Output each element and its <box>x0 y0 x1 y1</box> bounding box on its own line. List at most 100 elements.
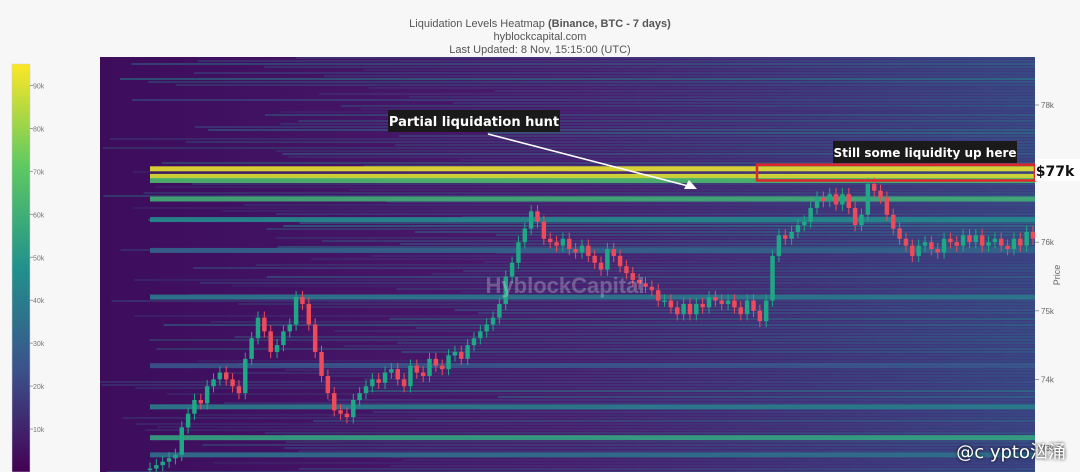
candle-body <box>1024 231 1029 246</box>
heat-stripe <box>453 102 1035 104</box>
heat-stripe <box>445 354 1035 356</box>
heat-stripe <box>494 90 1035 92</box>
candle-body <box>897 228 902 239</box>
candle-body <box>922 242 928 246</box>
candle-body <box>770 255 775 301</box>
candle-body <box>833 194 839 205</box>
heat-stripe <box>264 66 1035 68</box>
liquidity-band <box>150 247 1035 253</box>
candle-body <box>751 300 756 311</box>
candle-body <box>154 465 159 469</box>
candle-body <box>287 324 292 332</box>
candle-body <box>351 399 356 418</box>
candle-body <box>147 468 153 471</box>
candle-body <box>865 183 871 215</box>
candle-body <box>967 235 972 243</box>
candle-body <box>249 338 254 359</box>
candle-body <box>236 386 242 394</box>
heat-stripe <box>328 399 1035 401</box>
candle-body <box>395 369 400 380</box>
candle-body <box>376 379 381 383</box>
heat-stripe <box>454 309 1035 311</box>
candle-body <box>331 393 337 411</box>
heat-stripe <box>368 87 1035 89</box>
heat-stripe <box>362 69 1035 71</box>
candle-body <box>840 194 845 205</box>
y-tick-label: 74k <box>1041 375 1055 384</box>
candle-body <box>300 297 305 304</box>
candle-body <box>891 214 896 229</box>
liquidity-band <box>150 363 1035 369</box>
heat-stripe <box>238 303 1035 305</box>
heat-stripe <box>166 393 1035 395</box>
heat-stripe <box>321 240 1035 242</box>
candle-body <box>999 238 1004 246</box>
candle-body <box>757 310 763 322</box>
candle-body <box>846 194 852 208</box>
heat-stripe <box>131 99 1035 101</box>
candle-body <box>973 235 979 243</box>
heat-stripe <box>313 420 1035 422</box>
candle-body <box>547 238 553 243</box>
candle-body <box>954 242 959 246</box>
candle-body <box>979 235 985 246</box>
y-tick-label: 76k <box>1041 238 1055 247</box>
candle-body <box>852 207 858 226</box>
candle-body <box>1005 245 1010 250</box>
candle-body <box>935 249 940 253</box>
candle-body <box>1018 238 1023 246</box>
candle-body <box>789 231 794 239</box>
heat-stripe <box>223 402 1035 404</box>
candle-body <box>713 297 718 301</box>
heat-stripe <box>497 396 1035 398</box>
heat-stripe <box>109 138 1035 140</box>
candle-body <box>452 351 458 356</box>
heat-stripe <box>131 63 1035 65</box>
candle-body <box>554 242 559 246</box>
heat-stripe <box>484 333 1035 335</box>
candle-body <box>535 211 540 222</box>
candle-body <box>446 355 451 370</box>
candle-body <box>160 461 165 466</box>
candle-body <box>573 249 578 253</box>
heat-stripe <box>487 132 1035 134</box>
heat-stripe <box>275 213 1035 215</box>
heat-stripe <box>197 60 1035 62</box>
candle-body <box>370 379 375 387</box>
candle-body <box>763 300 769 322</box>
heat-stripe <box>154 186 1035 188</box>
heat-stripe <box>299 222 1035 224</box>
heat-stripe <box>414 231 1035 233</box>
heat-stripe <box>243 204 1035 206</box>
candle-body <box>433 358 439 366</box>
candle-body <box>719 300 724 304</box>
heat-stripe <box>296 57 1035 59</box>
liquidity-band <box>150 196 1035 202</box>
colorbar-tick-label: 30k <box>33 341 45 348</box>
heat-stripe <box>148 81 1035 83</box>
heat-stripe <box>145 429 1035 431</box>
candle-body <box>675 307 680 315</box>
heat-stripe <box>202 444 1035 446</box>
candle-body <box>344 413 350 418</box>
heat-stripe <box>318 93 1035 95</box>
candle-body <box>281 331 286 346</box>
heat-stripe <box>349 189 1035 191</box>
heat-stripe <box>284 447 1035 449</box>
heat-stripe <box>402 459 1035 461</box>
heat-stripe <box>192 183 1035 185</box>
candle-body <box>319 351 324 376</box>
heat-stripe <box>223 372 1035 374</box>
heat-stripe <box>210 321 1035 323</box>
candle-body <box>910 245 915 256</box>
corner-watermark: @c ypto汹涌 <box>956 442 1066 463</box>
colorbar-tick-label: 90k <box>33 83 45 90</box>
candle-body <box>262 317 267 332</box>
colorbar-tick-label: 20k <box>33 384 45 391</box>
heat-stripe <box>157 426 1035 428</box>
candle-body <box>312 324 318 352</box>
candle-body <box>700 303 705 308</box>
liquidity-band <box>150 404 1035 410</box>
heat-stripe <box>478 312 1035 314</box>
candle-body <box>738 307 744 315</box>
